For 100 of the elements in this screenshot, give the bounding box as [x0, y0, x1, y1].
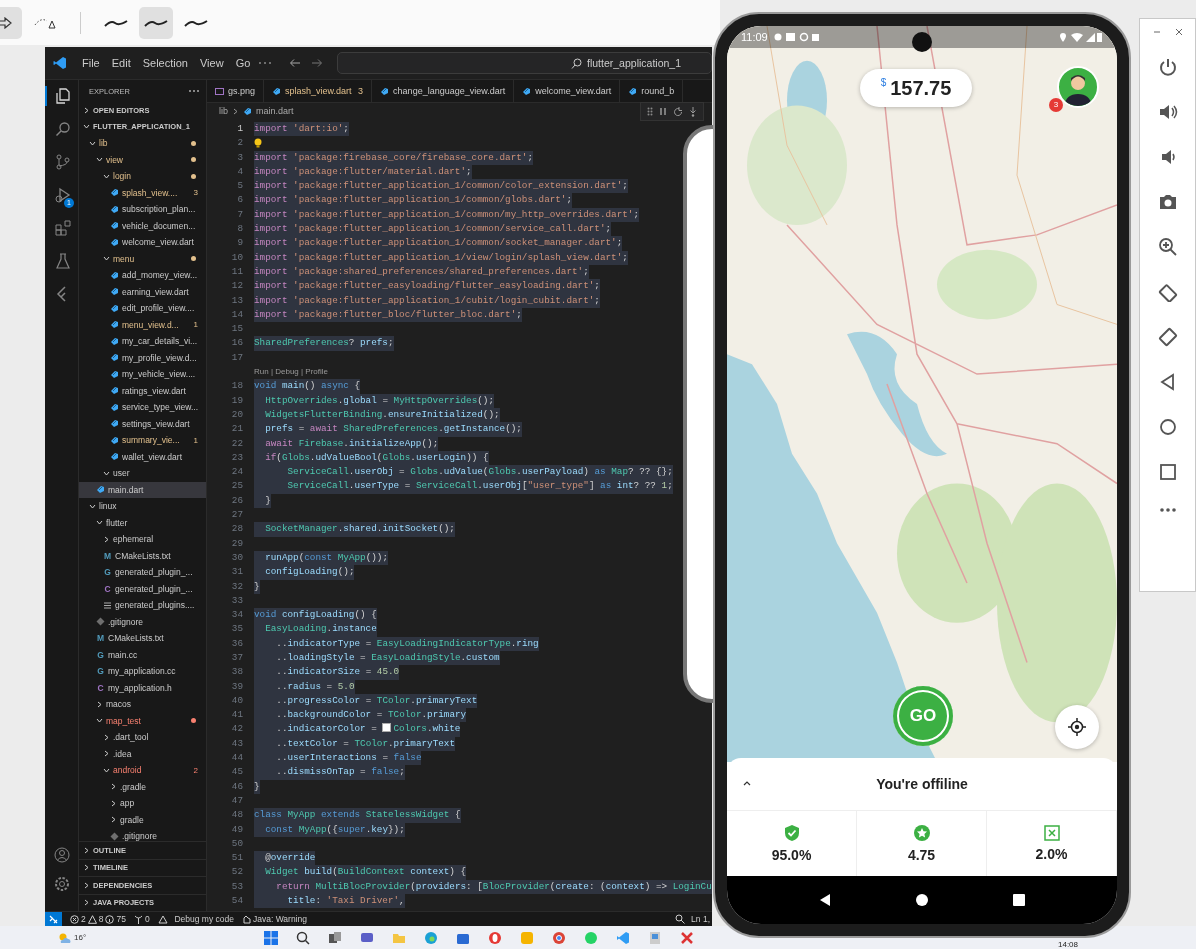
window-app-icon[interactable] [648, 930, 663, 945]
folder-node[interactable]: linux [79, 498, 206, 515]
tree-node[interactable]: subscription_plan... [79, 201, 206, 218]
back-icon[interactable] [818, 893, 833, 907]
pen-tool-button[interactable] [139, 6, 173, 39]
settings-icon[interactable] [53, 876, 70, 892]
pause-icon[interactable] [659, 107, 667, 116]
tree-node[interactable]: welcome_view.dart [79, 234, 206, 251]
tree-node[interactable]: summary_vie... 1 [79, 432, 206, 449]
folder-node[interactable]: lib [79, 135, 206, 152]
home-icon[interactable] [915, 893, 929, 907]
back-arrow-icon[interactable] [289, 58, 302, 68]
tree-node[interactable]: generated_plugins.... [79, 597, 206, 614]
title-bar-command[interactable]: Selection [137, 55, 193, 71]
account-icon[interactable] [53, 847, 70, 863]
extensions-icon[interactable] [54, 220, 71, 236]
editor-tab[interactable]: gs.png [207, 80, 265, 102]
expand-chevron-icon[interactable] [743, 780, 751, 786]
tree-node[interactable]: C my_application.h [79, 679, 206, 696]
rotate-right-icon[interactable] [1157, 327, 1178, 347]
tree-node[interactable]: vehicle_documen... [79, 217, 206, 234]
branch-icon[interactable] [54, 154, 71, 170]
folder-node[interactable]: view [79, 151, 206, 168]
zoom-in-icon[interactable] [1157, 237, 1178, 257]
close-icon[interactable] [1174, 28, 1183, 36]
java-status[interactable]: Java: Warning [241, 914, 307, 924]
tree-node[interactable]: add_momey_view... [79, 267, 206, 284]
flask-icon[interactable] [54, 253, 71, 269]
tree-node[interactable]: main.dart [79, 481, 206, 498]
folder-node[interactable]: login [79, 168, 206, 185]
home-icon[interactable] [1157, 417, 1178, 437]
folder-node[interactable]: flutter [79, 514, 206, 531]
browser-icon[interactable] [424, 930, 439, 945]
weather-widget[interactable]: 16° [58, 931, 87, 944]
debug-status[interactable]: Debug my code [157, 914, 234, 924]
folder-node[interactable]: menu [79, 250, 206, 267]
more-icon[interactable] [1157, 507, 1178, 513]
volume-up-icon[interactable] [1157, 102, 1178, 122]
tree-node[interactable]: service_type_view... [79, 399, 206, 416]
task-view-icon[interactable] [328, 930, 343, 945]
folder-node[interactable]: .dart_tool [79, 729, 206, 746]
step-into-icon[interactable] [689, 106, 697, 117]
search-icon[interactable] [296, 930, 311, 945]
power-icon[interactable] [1157, 57, 1178, 77]
editor-tab[interactable]: splash_view.dart 3 [264, 80, 373, 102]
tree-node[interactable]: splash_view.... 3 [79, 184, 206, 201]
folder-node[interactable]: app [79, 795, 206, 812]
ports-status[interactable]: 0 [133, 914, 150, 924]
title-bar-command[interactable]: Go [230, 55, 256, 71]
chat-icon[interactable] [360, 930, 375, 945]
tree-node[interactable]: my_profile_view.d... [79, 349, 206, 366]
tree-node[interactable]: menu_view.d... 1 [79, 316, 206, 333]
tree-node[interactable]: edit_profile_view.... [79, 300, 206, 317]
tree-node[interactable]: ratings_view.dart [79, 382, 206, 399]
editor-tab[interactable]: welcome_view.dart [514, 80, 621, 102]
overview-icon[interactable] [1157, 462, 1178, 482]
more-icon[interactable] [188, 89, 200, 93]
files-icon[interactable] [54, 88, 71, 104]
folder-node[interactable]: user [79, 465, 206, 482]
folder-node[interactable]: map_test [79, 712, 206, 729]
tree-node[interactable]: earning_view.dart [79, 283, 206, 300]
x-app-icon[interactable] [680, 930, 695, 945]
editor-tab[interactable]: change_language_view.dart [372, 80, 515, 102]
recents-icon[interactable] [1011, 893, 1026, 907]
lightbulb-icon[interactable] [254, 138, 262, 149]
tree-node[interactable]: M CMakeLists.txt [79, 630, 206, 647]
tree-node[interactable]: my_vehicle_view.... [79, 366, 206, 383]
balance-chip[interactable]: $ 157.75 [860, 69, 972, 107]
command-search-field[interactable]: flutter_application_1 [337, 52, 712, 74]
tree-node[interactable]: my_car_details_vi... [79, 333, 206, 350]
ring-app-icon[interactable] [488, 930, 503, 945]
breadcrumb-item[interactable]: main.dart [256, 106, 294, 116]
folder-node[interactable]: macos [79, 696, 206, 713]
tree-node[interactable]: G my_application.cc [79, 663, 206, 680]
tree-node[interactable]: .gitignore [79, 828, 206, 841]
remote-button[interactable] [45, 911, 62, 927]
camera-icon[interactable] [1157, 192, 1178, 212]
folder-node[interactable]: android 2 [79, 762, 206, 779]
tree-node[interactable]: G main.cc [79, 646, 206, 663]
start-icon[interactable] [264, 930, 279, 945]
run-debug-icon[interactable] [54, 187, 71, 203]
codelens-actions[interactable]: Run | Debug | Profile [254, 365, 328, 380]
tree-node[interactable]: G generated_plugin_... [79, 564, 206, 581]
drag-handle-icon[interactable] [647, 107, 653, 116]
problems-status[interactable]: 2 8 75 [70, 914, 126, 924]
tree-node[interactable]: wallet_view.dart [79, 448, 206, 465]
rotate-left-icon[interactable] [1157, 282, 1178, 302]
folder-node[interactable]: ephemeral [79, 531, 206, 548]
title-bar-command[interactable]: Edit [106, 55, 136, 71]
tree-node[interactable]: .gitignore [79, 613, 206, 630]
tree-node[interactable]: M CMakeLists.txt [79, 547, 206, 564]
cursor-position[interactable]: Ln 1, [691, 914, 710, 924]
tree-node[interactable]: C generated_plugin_... [79, 580, 206, 597]
tree-node[interactable]: settings_view.dart [79, 415, 206, 432]
folder-node[interactable]: .idea [79, 745, 206, 762]
code-editor-icon[interactable] [616, 930, 631, 945]
clock[interactable]: 14:08 [1058, 940, 1079, 949]
title-bar-command[interactable]: View [194, 55, 229, 71]
restart-icon[interactable] [673, 106, 683, 117]
color-swatch[interactable] [382, 723, 392, 733]
